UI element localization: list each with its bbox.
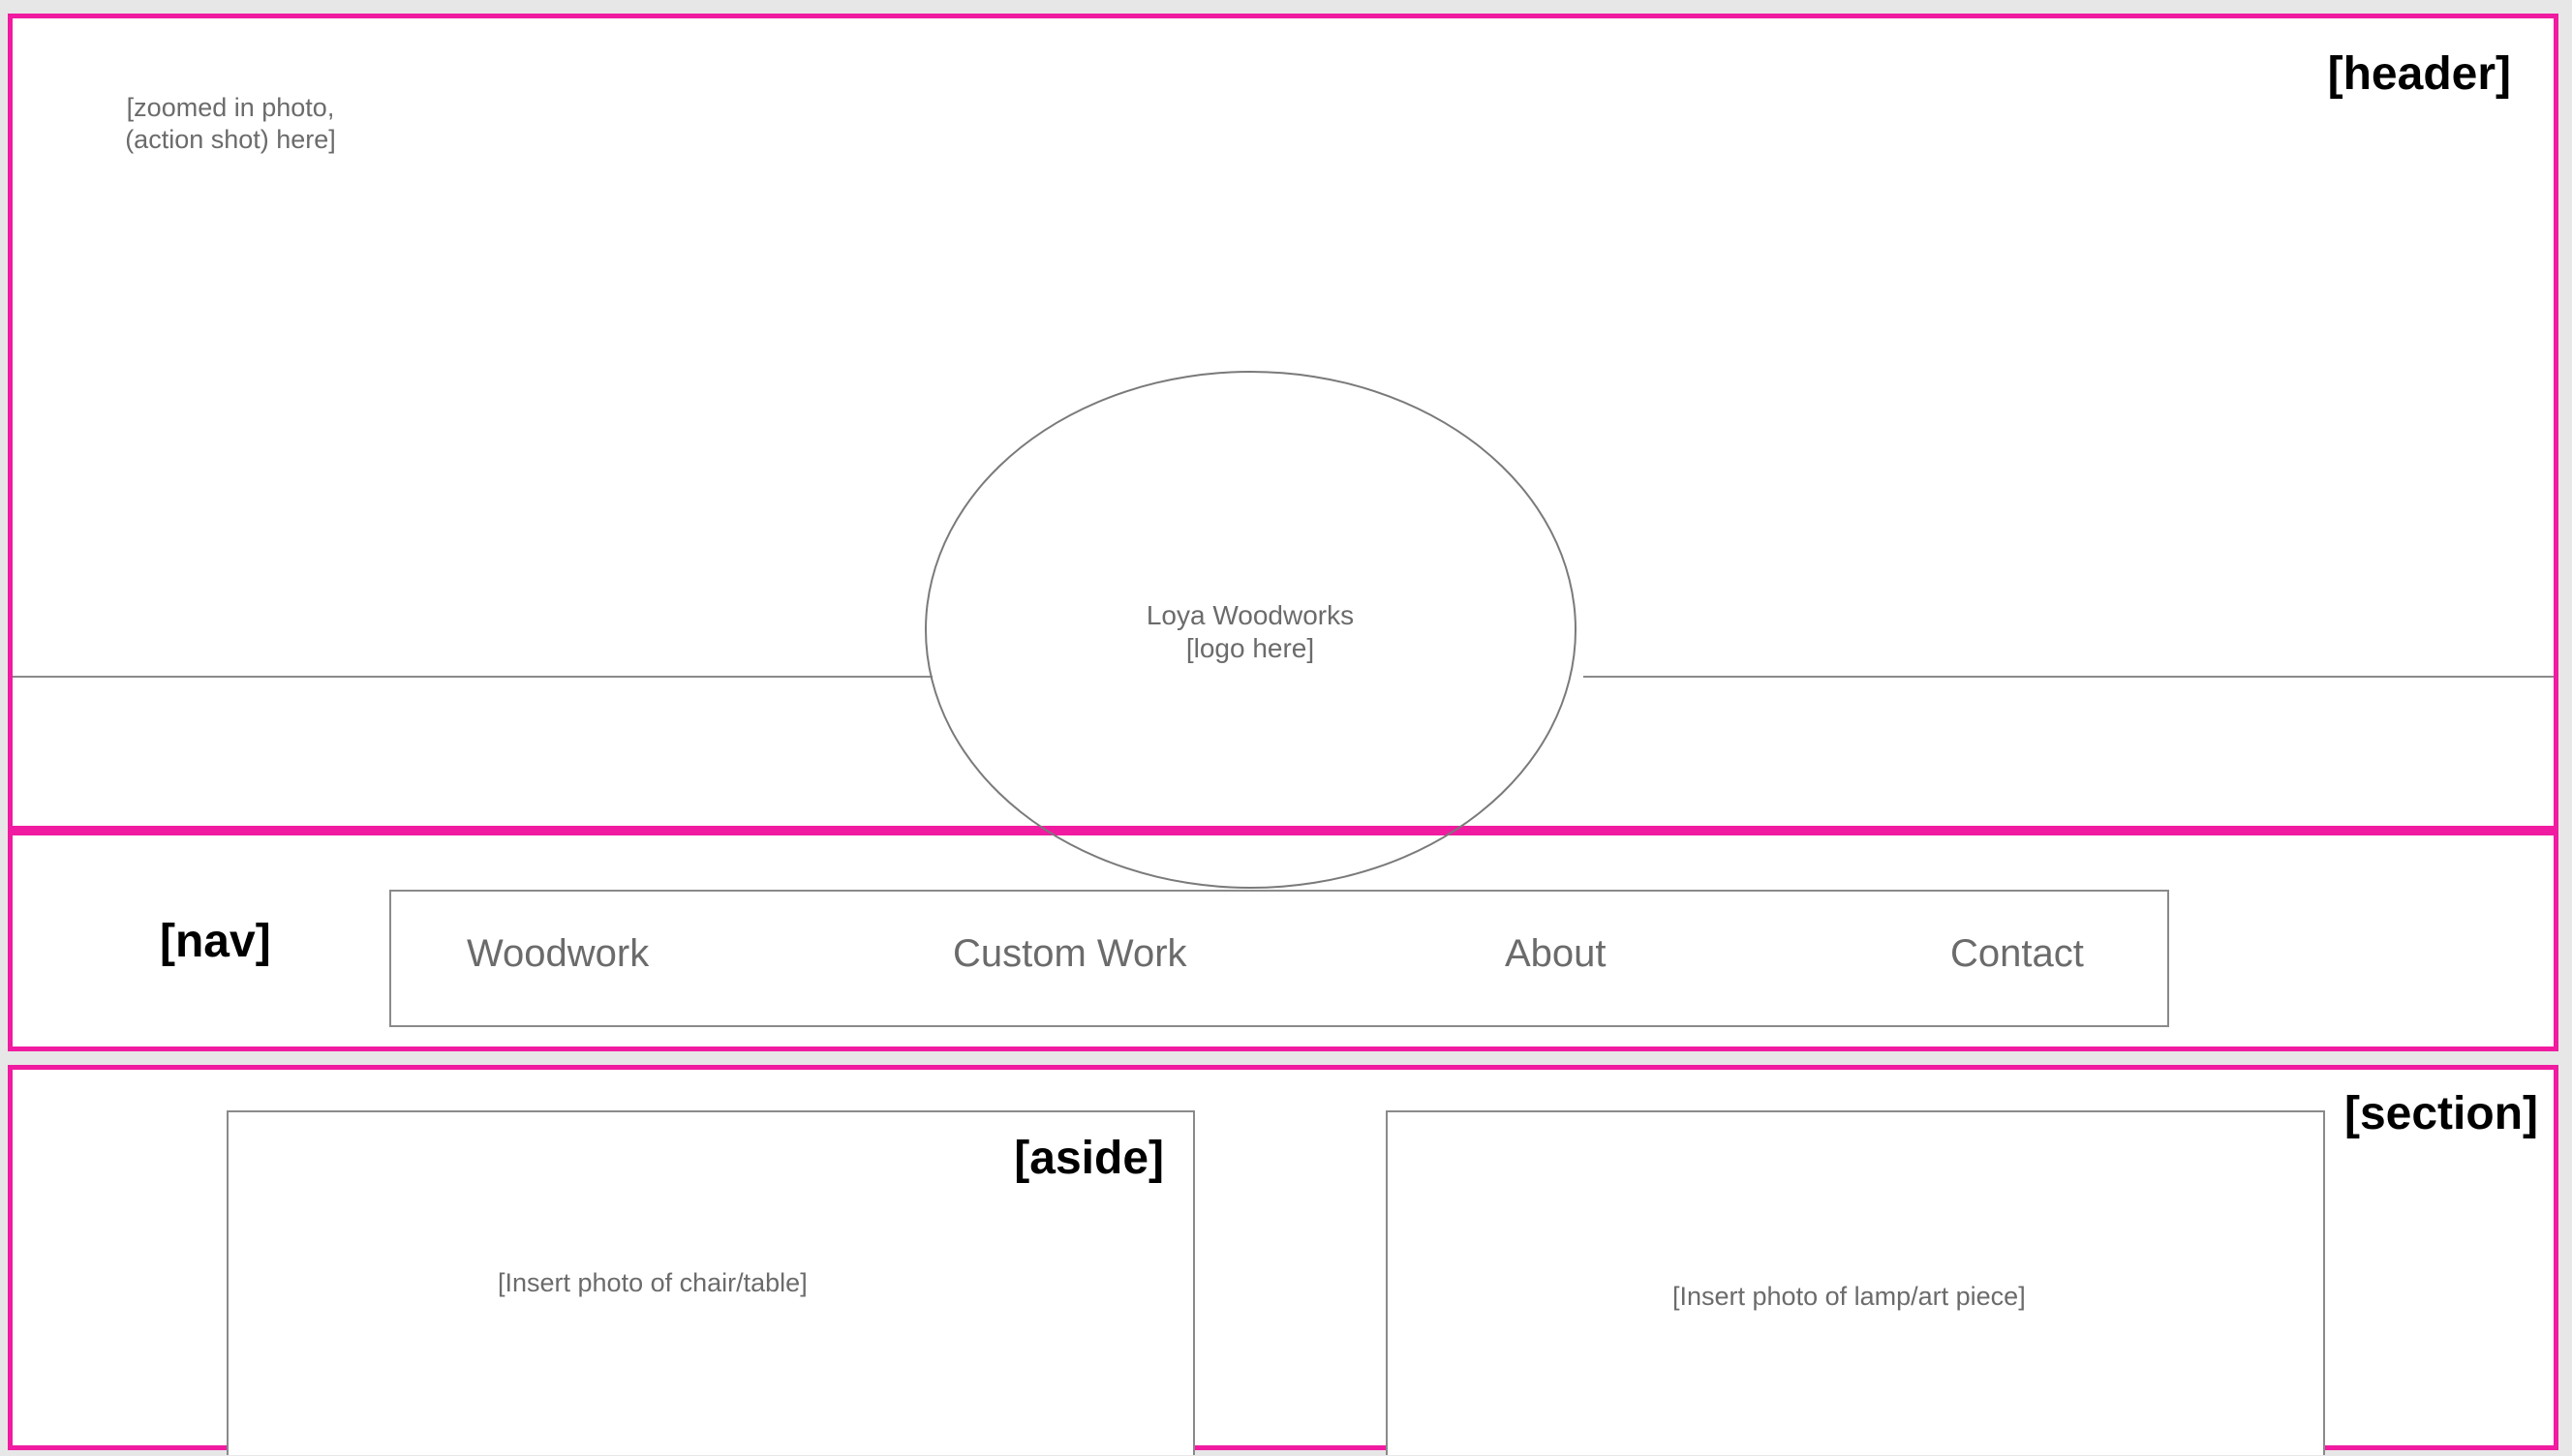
right-photo-placeholder: [Insert photo of lamp/art piece]	[1672, 1282, 2026, 1311]
aside-photo-frame: [aside] [Insert photo of chair/table]	[227, 1110, 1195, 1455]
aside-photo-placeholder: [Insert photo of chair/table]	[498, 1268, 808, 1297]
section-region-label: [section]	[2343, 1088, 2538, 1139]
hero-photo-placeholder-line1: [zoomed in photo,	[126, 93, 335, 122]
header-divider-left	[13, 676, 933, 678]
header-divider-right	[1583, 676, 2554, 678]
section-region: [section] [aside] [Insert photo of chair…	[8, 1065, 2558, 1455]
nav-item-woodwork[interactable]: Woodwork	[467, 932, 649, 976]
hero-photo-placeholder-line2: (action shot) here]	[125, 125, 336, 154]
nav-item-custom-work[interactable]: Custom Work	[953, 932, 1187, 976]
wireframe-page: [header] [zoomed in photo, (action shot)…	[0, 0, 2572, 1456]
nav-bar: Woodwork Custom Work About Contact	[389, 890, 2169, 1027]
logo-note: [logo here]	[1185, 633, 1315, 663]
aside-region-label: [aside]	[1014, 1133, 1164, 1184]
logo-brand-name: Loya Woodworks	[1146, 600, 1355, 630]
header-region-label: [header]	[2327, 48, 2511, 100]
logo-placeholder: Loya Woodworks [logo here]	[1056, 599, 1444, 665]
hero-photo-placeholder: [zoomed in photo, (action shot) here]	[109, 92, 352, 156]
nav-region-label: [nav]	[160, 916, 271, 967]
nav-item-contact[interactable]: Contact	[1950, 932, 2084, 976]
nav-item-about[interactable]: About	[1505, 932, 1607, 976]
right-photo-frame: [Insert photo of lamp/art piece]	[1386, 1110, 2325, 1455]
